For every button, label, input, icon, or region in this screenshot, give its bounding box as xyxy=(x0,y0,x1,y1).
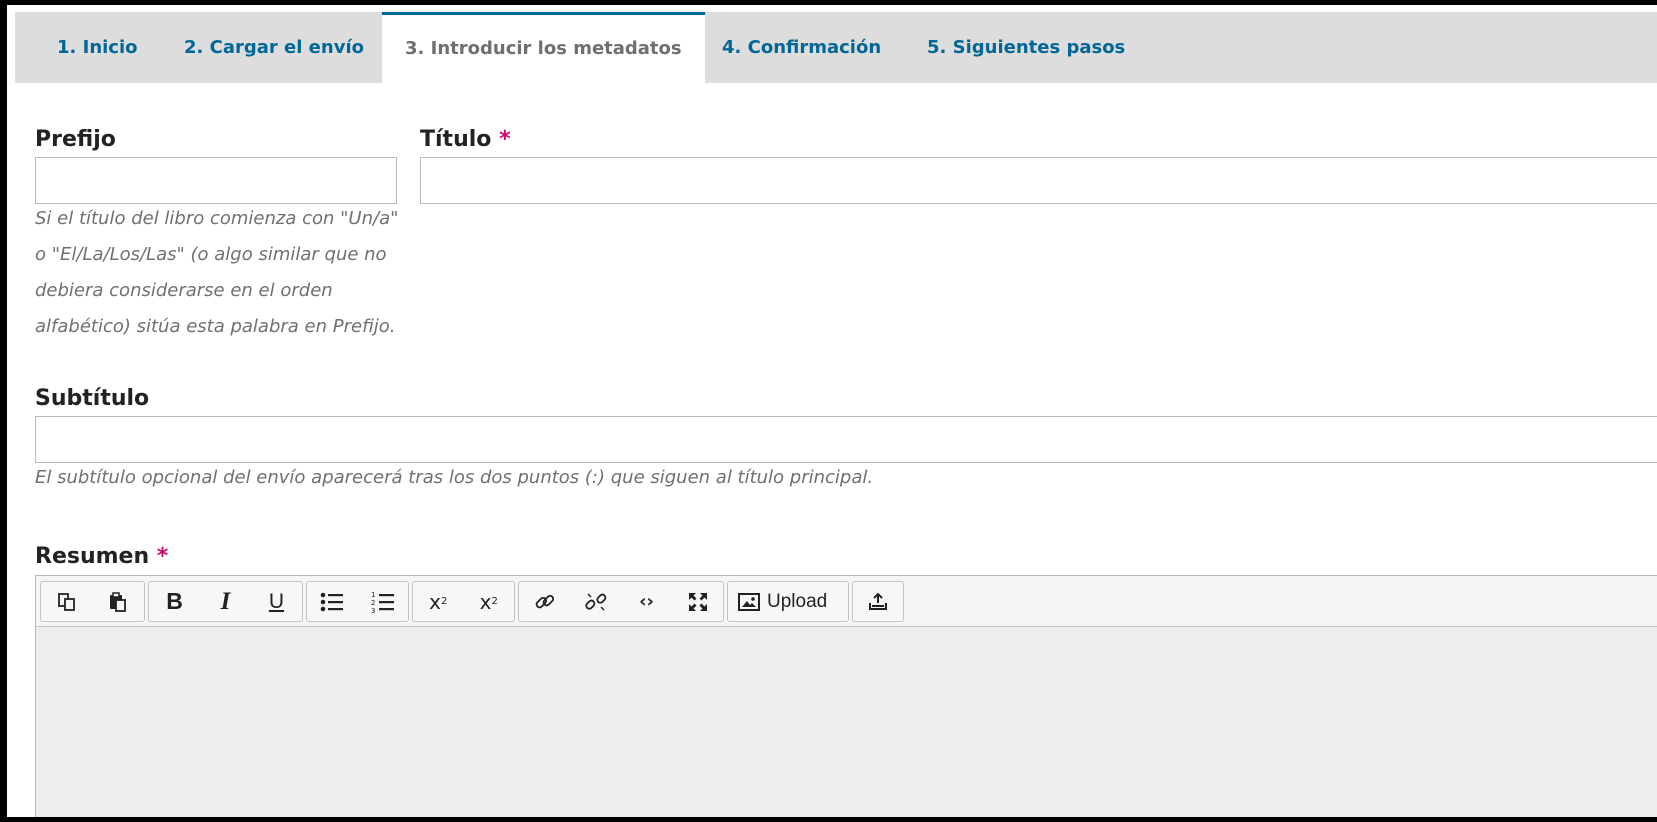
superscript-icon[interactable]: x2 xyxy=(413,582,464,621)
image-icon xyxy=(738,592,760,611)
code-icon[interactable]: ‹› xyxy=(621,582,672,621)
paste-icon[interactable] xyxy=(92,582,143,621)
link-group: ‹› xyxy=(518,581,724,622)
required-mark: * xyxy=(156,544,169,569)
bullet-list-icon[interactable] xyxy=(307,582,358,621)
title-label-text: Título xyxy=(420,127,492,152)
svg-text:1: 1 xyxy=(371,591,375,599)
wizard-tabs: 1. Inicio 2. Cargar el envío 3. Introduc… xyxy=(15,12,1657,83)
upload-label: Upload xyxy=(767,590,828,612)
submission-wizard: 1. Inicio 2. Cargar el envío 3. Introduc… xyxy=(7,5,1657,817)
abstract-editor: B I U 123 x2 x2 ‹› Upload xyxy=(35,575,1657,817)
unlink-icon[interactable] xyxy=(570,582,621,621)
fullscreen-icon[interactable] xyxy=(672,582,723,621)
subtitle-help: El subtítulo opcional del envío aparecer… xyxy=(35,467,874,488)
svg-text:3: 3 xyxy=(371,607,375,614)
bold-icon[interactable]: B xyxy=(149,582,200,621)
prefix-help: Si el título del libro comienza con "Un/… xyxy=(35,201,405,345)
abstract-label-text: Resumen xyxy=(35,544,150,569)
upload-group: Upload xyxy=(727,581,849,622)
italic-icon[interactable]: I xyxy=(200,582,251,621)
tab-confirmacion[interactable]: 4. Confirmación xyxy=(722,12,881,83)
abstract-label: Resumen * xyxy=(35,544,168,569)
tab-siguientes-pasos[interactable]: 5. Siguientes pasos xyxy=(927,12,1125,83)
script-group: x2 x2 xyxy=(412,581,515,622)
abstract-editor-content[interactable] xyxy=(36,627,1657,817)
editor-toolbar: B I U 123 x2 x2 ‹› Upload xyxy=(36,576,1657,627)
list-group: 123 xyxy=(306,581,409,622)
prefix-help-line: o "El/La/Los/Las" (o algo similar que no xyxy=(35,244,387,265)
prefix-help-line: Si el título del libro comienza con "Un/… xyxy=(35,208,399,229)
format-group: B I U xyxy=(148,581,303,622)
insert-group xyxy=(852,581,904,622)
link-icon[interactable] xyxy=(519,582,570,621)
svg-text:2: 2 xyxy=(371,599,375,607)
prefix-help-line: alfabético) sitúa esta palabra en Prefij… xyxy=(35,316,396,337)
tab-metadatos-label: 3. Introducir los metadatos xyxy=(405,38,682,59)
tab-inicio[interactable]: 1. Inicio xyxy=(57,12,138,83)
upload-button[interactable]: Upload xyxy=(728,582,837,621)
underline-icon[interactable]: U xyxy=(251,582,302,621)
numbered-list-icon[interactable]: 123 xyxy=(358,582,409,621)
prefix-input[interactable] xyxy=(35,157,397,204)
title-input[interactable] xyxy=(420,157,1657,204)
subtitle-input[interactable] xyxy=(35,416,1657,463)
subscript-icon[interactable]: x2 xyxy=(464,582,515,621)
prefix-label: Prefijo xyxy=(35,127,116,152)
subtitle-label: Subtítulo xyxy=(35,386,150,411)
tab-metadatos[interactable]: 3. Introducir los metadatos xyxy=(382,12,705,83)
tab-cargar-envio[interactable]: 2. Cargar el envío xyxy=(184,12,364,83)
required-mark: * xyxy=(499,127,511,152)
prefix-help-line: debiera considerarse en el orden xyxy=(35,280,333,301)
copy-icon[interactable] xyxy=(41,582,92,621)
title-label: Título * xyxy=(420,127,511,152)
insert-icon[interactable] xyxy=(853,582,903,621)
clipboard-group xyxy=(40,581,145,622)
